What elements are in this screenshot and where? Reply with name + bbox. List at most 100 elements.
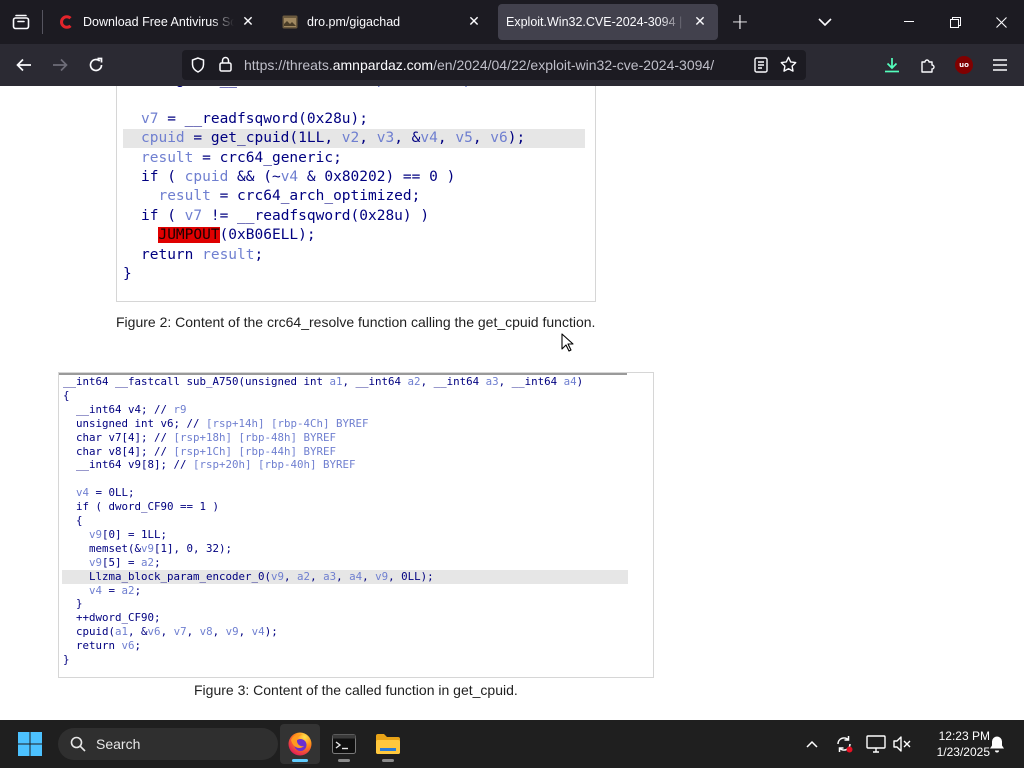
app-menu-button[interactable]	[984, 49, 1016, 81]
show-hidden-icons-button[interactable]	[800, 732, 824, 756]
display-icon	[866, 735, 886, 753]
code-token: , 0LL);	[388, 569, 434, 583]
code-token: unsigned int v6; //	[63, 416, 207, 430]
code-comment: r9	[173, 402, 187, 416]
forward-button[interactable]	[44, 49, 76, 81]
code-token: return	[141, 246, 203, 263]
tracking-protection-shield-icon[interactable]	[191, 57, 205, 77]
code-token: , &	[394, 130, 421, 147]
code-line: v9[0] = 1LL;	[63, 528, 167, 542]
restore-button[interactable]	[932, 0, 978, 44]
notification-center-button[interactable]	[985, 732, 1009, 756]
code-line: }	[63, 597, 83, 611]
code-variable: v6	[121, 639, 135, 653]
taskbar-app-firefox[interactable]	[280, 724, 320, 764]
comodo-logo-icon	[58, 14, 74, 30]
ublock-origin-button[interactable]: uo	[948, 49, 980, 81]
code-variable: v9	[141, 541, 155, 555]
reload-button[interactable]	[80, 49, 112, 81]
page-content: unsigned __int64 v7; // [rsp+18h] [rbp-8…	[0, 86, 1024, 720]
tab-dro-pm[interactable]: dro.pm/gigachad ✕	[272, 4, 492, 40]
code-variable: result	[158, 188, 211, 205]
code-token: char v7[4]; //	[63, 430, 174, 444]
code-token: [1], 0, 32);	[154, 541, 233, 555]
navigation-toolbar: https://threats.amnpardaz.com/en/2024/04…	[0, 44, 1024, 86]
code-variable: a3	[323, 569, 337, 583]
tab-antivirus[interactable]: Download Free Antivirus Software ✕	[48, 4, 266, 40]
code-token: = get_cpuid(1LL,	[184, 130, 342, 147]
code-variable: v5	[455, 130, 473, 147]
tab-close-icon[interactable]: ✕	[692, 14, 708, 30]
close-window-button[interactable]	[978, 0, 1024, 44]
url-bar[interactable]: https://threats.amnpardaz.com/en/2024/04…	[182, 50, 806, 80]
url-path: /en/2024/04/22/exploit-win32-cve-2024-30…	[433, 57, 715, 73]
code-token: {	[63, 388, 70, 402]
windows-start-icon[interactable]	[16, 730, 44, 758]
code-variable: v2	[341, 130, 360, 147]
volume-muted-icon	[893, 736, 911, 752]
taskbar-search-box[interactable]: Search	[58, 728, 278, 760]
code-line: v7 = __readfsqword(0x28u);	[141, 110, 368, 129]
code-variable: a1	[115, 625, 129, 639]
downloads-button[interactable]	[876, 49, 908, 81]
code-token: [5] =	[102, 555, 142, 569]
code-line: v4 = 0LL;	[63, 486, 135, 500]
file-explorer-icon	[376, 734, 400, 754]
url-text[interactable]: https://threats.amnpardaz.com/en/2024/04…	[244, 57, 714, 73]
code-line: cpuid(a1, &v6, v7, v8, v9, v4);	[63, 625, 278, 639]
taskbar-app-file-explorer[interactable]	[368, 724, 408, 764]
code-token: ,	[284, 569, 298, 583]
active-app-indicator	[292, 759, 308, 762]
extensions-button[interactable]	[912, 49, 944, 81]
minimize-button[interactable]	[886, 0, 932, 44]
tab-exploit-active[interactable]: Exploit.Win32.CVE-2024-3094 | Padvish ✕	[498, 4, 718, 40]
code-line: __int64 __fastcall sub_A750(unsigned int…	[63, 375, 583, 389]
code-line: {	[63, 514, 83, 528]
notification-bell-icon	[990, 736, 1004, 753]
figure-2-caption: Figure 2: Content of the crc64_resolve f…	[116, 314, 596, 330]
figure-3-code-image: __int64 __fastcall sub_A750(unsigned int…	[58, 372, 654, 678]
lock-icon[interactable]	[219, 56, 232, 76]
tray-network[interactable]	[864, 732, 888, 756]
code-variable: v8	[199, 625, 213, 639]
bookmark-star-icon[interactable]	[780, 56, 797, 77]
tray-sync[interactable]	[832, 732, 856, 756]
code-variable: v9	[375, 569, 389, 583]
back-button[interactable]	[8, 49, 40, 81]
code-jumpout-marker: JUMPOUT	[158, 227, 220, 244]
tab-close-icon[interactable]: ✕	[240, 14, 256, 30]
code-token: ;	[134, 583, 142, 597]
code-variable: v9	[271, 569, 285, 583]
tab-title: Download Free Antivirus Software	[83, 15, 234, 29]
tab-title: Exploit.Win32.CVE-2024-3094 | Padvish	[506, 15, 686, 29]
code-variable: v4	[76, 486, 90, 500]
code-token: }	[63, 653, 70, 666]
reader-view-icon[interactable]	[754, 57, 768, 77]
code-line: if ( cpuid && (~v4 & 0x80202) == 0 )	[141, 168, 455, 187]
code-variable: v9	[225, 625, 239, 639]
code-line: result = crc64_generic;	[141, 149, 342, 168]
code-comment: [rsp+14h] [rbp-4Ch] BYREF	[206, 416, 369, 430]
minimize-icon	[904, 21, 914, 22]
chevron-down-icon	[818, 18, 832, 26]
tab-close-icon[interactable]: ✕	[466, 14, 482, 30]
code-line: result = crc64_arch_optimized;	[141, 187, 420, 206]
code-line: unsigned __int64 v7; // [rsp+18h] [rbp-8…	[141, 86, 508, 90]
taskbar-app-terminal[interactable]	[324, 724, 364, 764]
code-token: if ( dword_CF90 == 1 )	[63, 500, 220, 514]
search-icon	[70, 736, 86, 752]
download-icon	[885, 58, 899, 73]
ublock-origin-icon: uo	[955, 56, 973, 74]
list-all-tabs-button[interactable]	[808, 0, 842, 44]
new-tab-button[interactable]: +	[724, 0, 756, 44]
tray-volume[interactable]	[890, 732, 914, 756]
code-token: ,	[238, 625, 252, 639]
code-token: if (	[141, 169, 185, 185]
firefox-view-button[interactable]	[4, 0, 38, 44]
code-token: }	[63, 597, 83, 611]
code-token: unsigned __int64 v7; //	[141, 86, 351, 88]
code-line: cpuid = get_cpuid(1LL, v2, v3, &v4, v5, …	[141, 129, 525, 148]
taskbar-clock[interactable]: 12:23 PM 1/23/2025	[918, 728, 990, 760]
